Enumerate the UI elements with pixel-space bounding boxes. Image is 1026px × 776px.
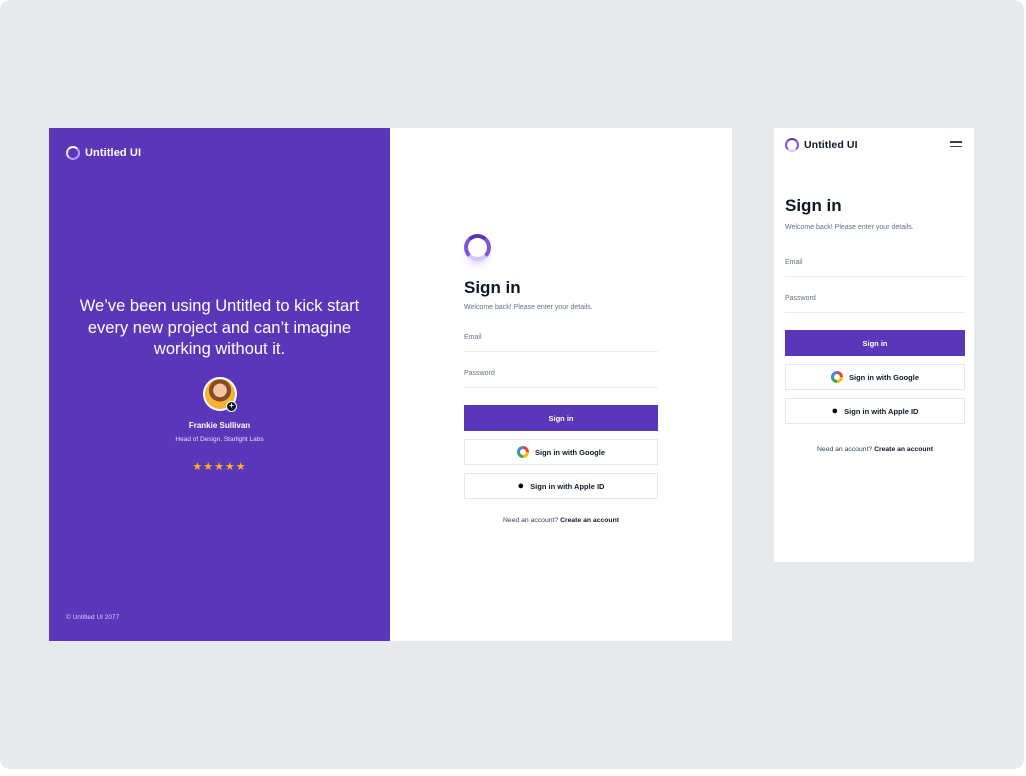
testimonial-panel: Untitled UI We’ve been using Untitled to… [49, 128, 390, 641]
sign-in-button[interactable]: Sign in [785, 330, 965, 356]
email-field[interactable]: Email [785, 253, 965, 277]
create-account-link[interactable]: Create an account [874, 446, 933, 453]
page-title: Sign in [785, 196, 842, 215]
apple-sign-in-label: Sign in with Apple ID [530, 481, 605, 491]
need-account-text: Need an account? [503, 517, 559, 524]
logo-ring-icon [464, 234, 491, 261]
logo-ring-icon [66, 146, 80, 160]
google-icon [517, 446, 529, 458]
page-subtitle: Welcome back! Please enter your details. [785, 224, 914, 231]
star-rating: ★★★★★ [192, 461, 247, 473]
google-sign-in-button[interactable]: Sign in with Google [464, 439, 658, 465]
signin-form: Sign in Welcome back! Please enter your … [785, 196, 965, 453]
password-field[interactable]: Password [464, 364, 658, 388]
signin-form: Sign in Welcome back! Please enter your … [464, 278, 658, 524]
desktop-signin-frame: Untitled UI We’ve been using Untitled to… [49, 128, 732, 641]
page-subtitle: Welcome back! Please enter your details. [464, 304, 593, 311]
google-icon [831, 371, 843, 383]
testimonial-quote: We’ve been using Untitled to kick start … [79, 297, 360, 358]
menu-icon[interactable] [950, 141, 962, 149]
need-account-text: Need an account? [817, 446, 873, 453]
apple-icon: ● [517, 479, 525, 492]
apple-sign-in-button[interactable]: ● Sign in with Apple ID [464, 473, 658, 499]
signin-panel: Sign in Welcome back! Please enter your … [390, 128, 732, 641]
apple-sign-in-label: Sign in with Apple ID [844, 406, 919, 416]
apple-icon: ● [831, 404, 839, 417]
google-sign-in-button[interactable]: Sign in with Google [785, 364, 965, 390]
brand-name: Untitled UI [804, 139, 858, 151]
signup-prompt: Need an account? Create an account [464, 517, 658, 524]
page-title: Sign in [464, 278, 521, 297]
logo-ring-icon [785, 138, 799, 152]
brand-name: Untitled UI [85, 147, 142, 159]
create-account-link[interactable]: Create an account [560, 517, 619, 524]
verified-badge-icon: + [226, 401, 237, 412]
testimonial-role: Head of Design, Starlight Labs [175, 436, 264, 443]
google-sign-in-label: Sign in with Google [849, 372, 919, 382]
sign-in-button[interactable]: Sign in [464, 405, 658, 431]
copyright-text: © Untitled UI 2077 [66, 614, 120, 621]
password-field[interactable]: Password [785, 289, 965, 313]
signup-prompt: Need an account? Create an account [785, 446, 965, 453]
brand-logo[interactable]: Untitled UI [66, 146, 141, 160]
email-field[interactable]: Email [464, 328, 658, 352]
google-sign-in-label: Sign in with Google [535, 447, 605, 457]
apple-sign-in-button[interactable]: ● Sign in with Apple ID [785, 398, 965, 424]
brand-logo[interactable]: Untitled UI [785, 138, 858, 152]
mobile-signin-frame: Untitled UI Sign in Welcome back! Please… [774, 128, 974, 562]
testimonial-name: Frankie Sullivan [188, 421, 251, 430]
